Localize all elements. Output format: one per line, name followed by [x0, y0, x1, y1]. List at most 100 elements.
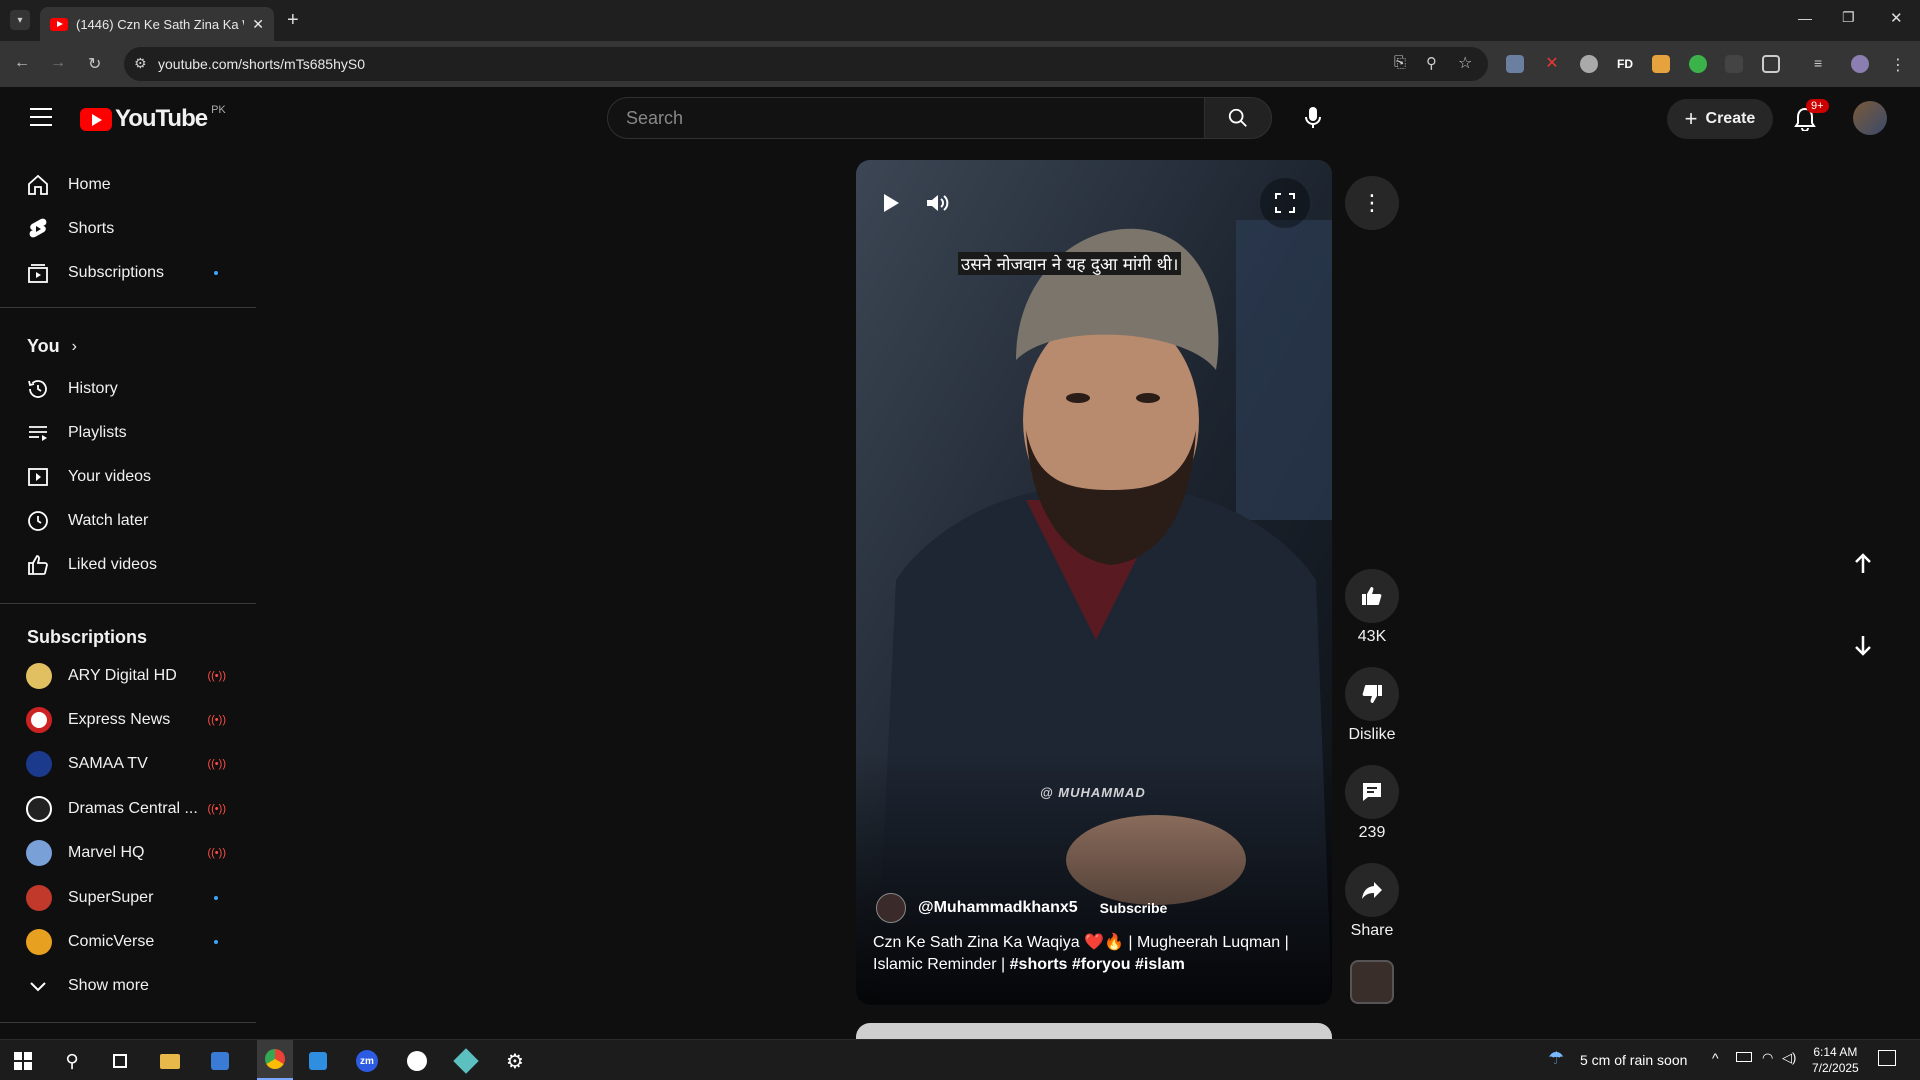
clock-time: 6:14 AM [1813, 1045, 1858, 1059]
extension-badge-icon[interactable] [1652, 55, 1670, 73]
create-button[interactable]: + Create [1667, 99, 1773, 139]
address-bar[interactable]: ⚙ youtube.com/shorts/mTs685hyS0 ⎘ ⚲ ☆ [124, 47, 1488, 81]
extension-x-icon[interactable]: ✕ [1543, 55, 1561, 73]
zoom-icon[interactable]: ⚲ [1426, 54, 1437, 72]
sidebar-item-subscriptions[interactable]: Subscriptions [12, 253, 244, 293]
app-leaf-icon[interactable] [404, 1048, 430, 1074]
tray-chevron-up-icon[interactable]: ^ [1712, 1050, 1719, 1066]
extension-cast-icon[interactable] [1725, 55, 1743, 73]
window-close-icon[interactable]: ✕ [1890, 9, 1903, 27]
speaker-icon[interactable]: ◁) [1782, 1050, 1796, 1066]
wifi-icon[interactable]: ◠ [1762, 1050, 1773, 1066]
subscription-item-samaa-tv[interactable]: SAMAA TV ((•)) [12, 744, 244, 784]
forward-icon[interactable]: → [50, 54, 66, 72]
search-box[interactable] [607, 97, 1205, 139]
app-diamond-icon[interactable] [453, 1048, 479, 1074]
sidebar-item-playlists[interactable]: Playlists [12, 413, 244, 453]
hamburger-menu-icon[interactable] [30, 108, 52, 126]
profile-icon[interactable] [1851, 55, 1869, 73]
video-hashtags[interactable]: #shorts #foryou #islam [1010, 956, 1185, 973]
weather-rain-icon: ☂ [1548, 1048, 1565, 1068]
file-explorer-icon[interactable] [157, 1048, 183, 1074]
chrome-icon[interactable] [257, 1040, 293, 1080]
extension-globe-icon[interactable] [1580, 55, 1598, 73]
extension-fd-icon[interactable]: FD [1616, 55, 1634, 73]
youtube-header: YouTube PK + Create 9+ [0, 87, 1920, 149]
extension-green-icon[interactable] [1689, 55, 1707, 73]
media-queue-icon[interactable]: ≡ [1814, 55, 1832, 73]
settings-gear-icon[interactable]: ⚙ [502, 1048, 528, 1074]
volume-button[interactable] [912, 178, 962, 228]
youtube-logo[interactable]: YouTube PK [80, 104, 226, 133]
extensions-puzzle-icon[interactable] [1762, 55, 1780, 73]
subscription-label: SAMAA TV [68, 755, 148, 772]
more-options-button[interactable]: ⋮ [1345, 176, 1399, 230]
sound-source-thumbnail[interactable] [1350, 960, 1394, 1004]
zoom-app-icon[interactable]: zm [354, 1048, 380, 1074]
browser-tab[interactable]: (1446) Czn Ke Sath Zina Ka Wa ✕ [40, 7, 274, 41]
search-button[interactable] [1204, 97, 1272, 139]
subscription-label: SuperSuper [68, 889, 154, 906]
new-tab-icon[interactable]: + [287, 9, 299, 32]
fullscreen-button[interactable] [1260, 178, 1310, 228]
restore-icon[interactable]: ❐ [1842, 9, 1855, 26]
channel-avatar [26, 840, 52, 866]
subscription-item-marvel-hq[interactable]: Marvel HQ ((•)) [12, 833, 244, 873]
video-title[interactable]: Czn Ke Sath Zina Ka Waqiya ❤️🔥 | Mugheer… [873, 932, 1293, 976]
sidebar-item-history[interactable]: History [12, 369, 244, 409]
channel-avatar[interactable] [876, 893, 906, 923]
dislike-button[interactable] [1345, 667, 1399, 721]
comments-button[interactable] [1345, 765, 1399, 819]
sidebar-divider [0, 603, 256, 604]
account-avatar[interactable] [1853, 101, 1887, 135]
channel-handle[interactable]: @Muhammadkhanx5 [918, 899, 1078, 917]
reload-icon[interactable]: ↻ [88, 54, 101, 74]
minimize-icon[interactable]: — [1798, 10, 1812, 26]
voice-search-button[interactable] [1292, 97, 1334, 139]
bookmark-star-icon[interactable]: ☆ [1458, 53, 1472, 73]
previous-short-button[interactable] [1835, 536, 1891, 592]
back-icon[interactable]: ← [14, 54, 30, 72]
browser-tab-bar: ▾ (1446) Czn Ke Sath Zina Ka Wa ✕ + — ❐ … [0, 0, 1920, 41]
subscribe-button[interactable]: Subscribe [1092, 894, 1176, 922]
store-icon[interactable] [207, 1048, 233, 1074]
subscription-item-dramas-central[interactable]: Dramas Central ... ((•)) [12, 789, 244, 829]
sidebar: Home Shorts Subscriptions You › History … [0, 149, 256, 1039]
tab-close-icon[interactable]: ✕ [252, 16, 264, 33]
sidebar-item-watch-later[interactable]: Watch later [12, 501, 244, 541]
subscription-item-express-news[interactable]: Express News ((•)) [12, 700, 244, 740]
task-view-icon[interactable] [107, 1048, 133, 1074]
like-button[interactable] [1345, 569, 1399, 623]
shorts-video-player[interactable] [856, 160, 1332, 1005]
subscription-item-supersuper[interactable]: SuperSuper [12, 878, 244, 918]
sidebar-item-home[interactable]: Home [12, 165, 244, 205]
you-section-heading[interactable]: You › [27, 336, 77, 357]
tab-search-icon[interactable]: ▾ [10, 10, 30, 30]
system-clock[interactable]: 6:14 AM 7/2/2025 [1812, 1044, 1859, 1076]
windows-start-icon[interactable] [10, 1048, 36, 1074]
sidebar-item-your-videos[interactable]: Your videos [12, 457, 244, 497]
notifications-button[interactable]: 9+ [1794, 99, 1829, 136]
comment-count: 239 [1358, 824, 1386, 841]
play-button[interactable] [866, 178, 916, 228]
video-caption: उसने नोजवान ने यह दुआ मांगी थी। [958, 252, 1182, 275]
weather-status[interactable]: 5 cm of rain soon [1580, 1052, 1687, 1068]
site-info-icon[interactable]: ⚙ [134, 55, 147, 72]
subscription-item-ary-digital[interactable]: ARY Digital HD ((•)) [12, 656, 244, 696]
battery-icon[interactable] [1736, 1052, 1752, 1062]
sidebar-item-liked-videos[interactable]: Liked videos [12, 545, 244, 585]
show-more-button[interactable]: Show more [12, 966, 244, 1006]
sidebar-item-shorts[interactable]: Shorts [12, 209, 244, 249]
taskbar-search-icon[interactable]: ⚲ [59, 1048, 85, 1074]
next-short-button[interactable] [1835, 617, 1891, 673]
next-short-preview[interactable] [856, 1023, 1332, 1039]
subscription-item-comicverse[interactable]: ComicVerse [12, 922, 244, 962]
share-button[interactable] [1345, 863, 1399, 917]
notification-center-icon[interactable] [1878, 1050, 1896, 1066]
install-app-icon[interactable]: ⎘ [1394, 54, 1406, 71]
search-input[interactable] [626, 108, 1166, 129]
browser-menu-icon[interactable]: ⋮ [1890, 55, 1908, 74]
extension-glasses-icon[interactable] [1506, 55, 1524, 73]
vscode-icon[interactable] [305, 1048, 331, 1074]
new-content-dot [214, 896, 218, 900]
